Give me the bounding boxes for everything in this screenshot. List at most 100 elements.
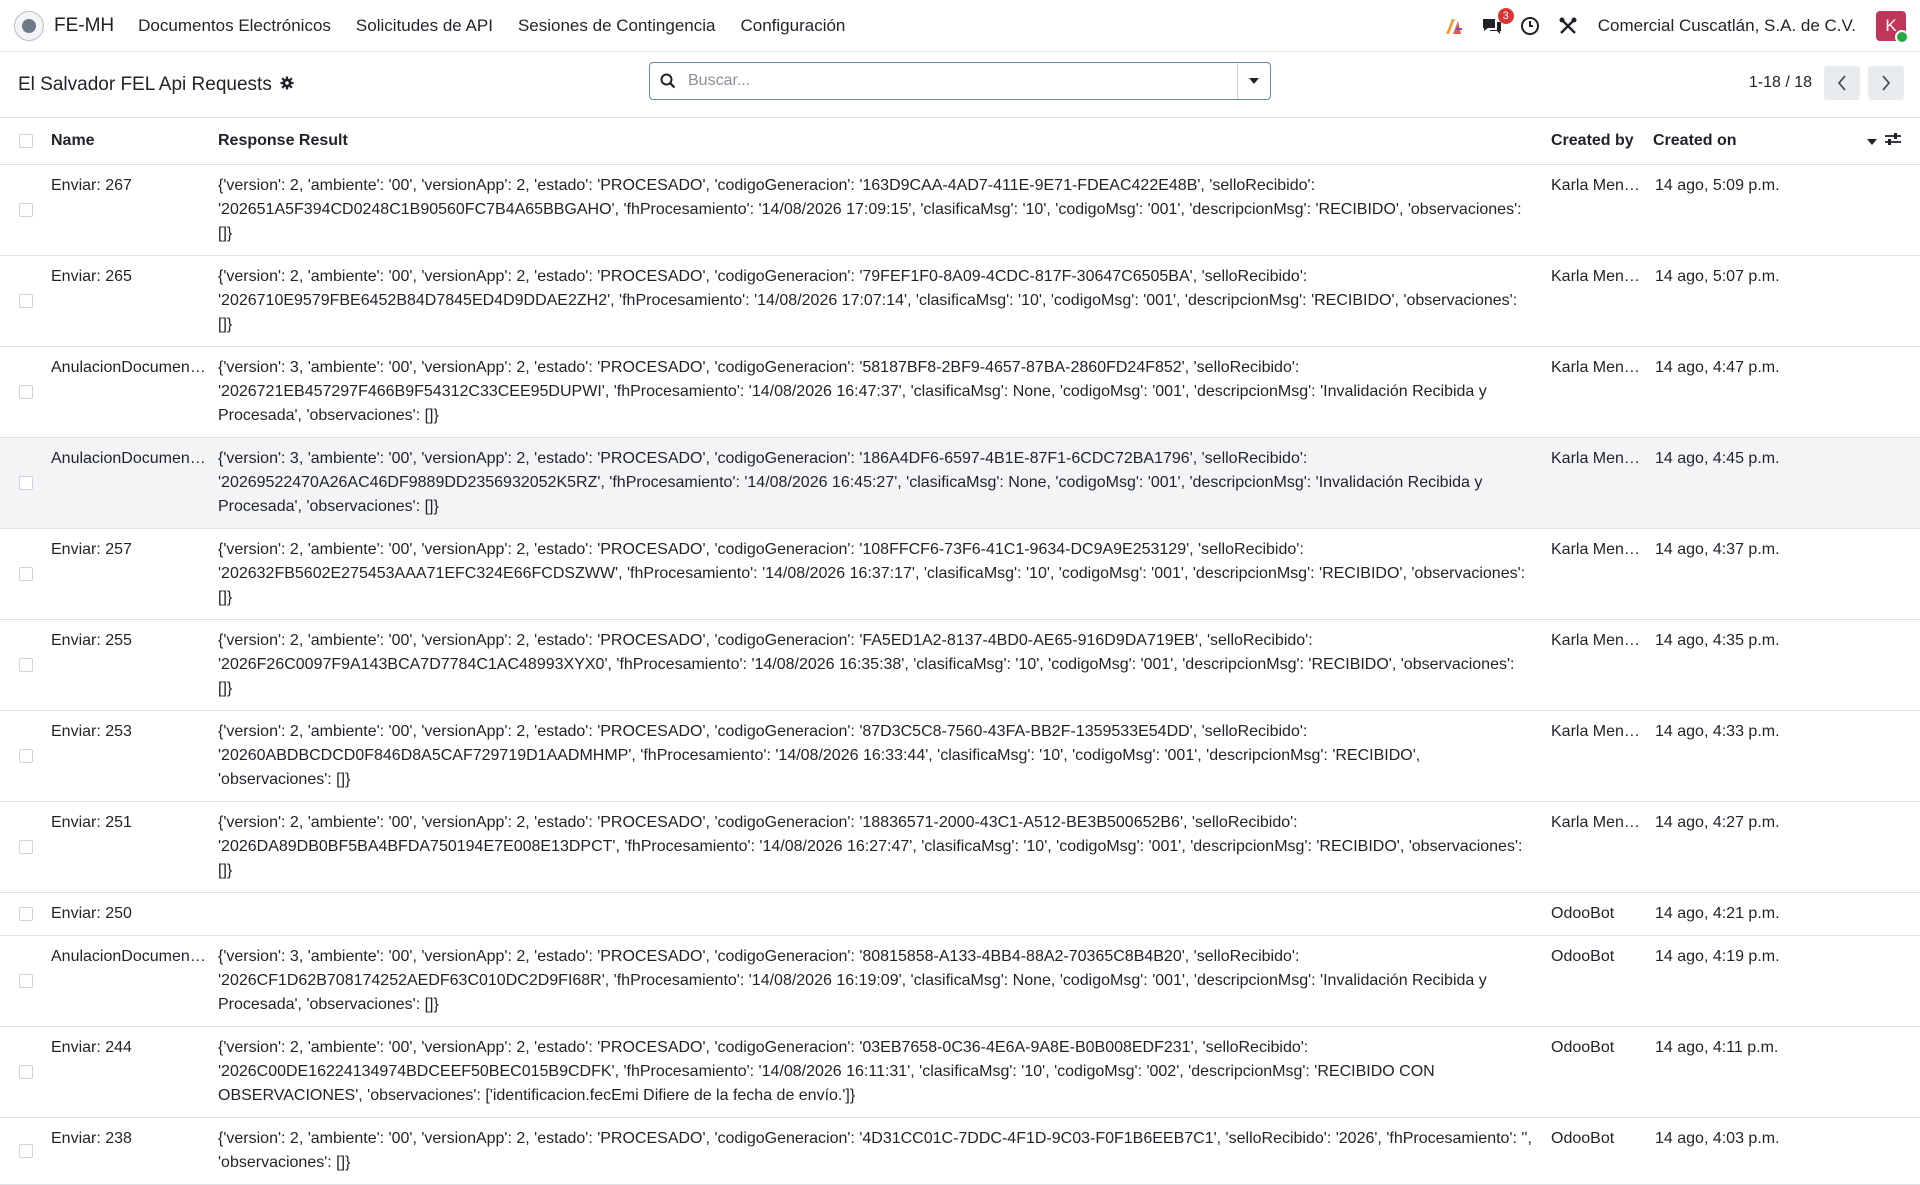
column-header-name[interactable]: Name: [51, 118, 218, 165]
sliders-icon[interactable]: [1885, 132, 1901, 150]
pager-value[interactable]: 1-18 / 18: [1749, 74, 1812, 92]
row-created-on[interactable]: 14 ago, 4:37 p.m.: [1653, 528, 1885, 620]
row-name[interactable]: Enviar: 251: [51, 801, 218, 893]
row-checkbox[interactable]: [19, 658, 33, 672]
table-row[interactable]: Enviar: 255 {'version': 2, 'ambiente': '0…: [0, 619, 1920, 711]
row-select-cell: [0, 1026, 51, 1118]
column-header-created-by[interactable]: Created by: [1551, 118, 1653, 165]
row-created-by[interactable]: OdooBot: [1551, 1026, 1653, 1118]
search-input[interactable]: [686, 71, 1237, 91]
row-checkbox[interactable]: [19, 1065, 33, 1079]
table-row[interactable]: Enviar: 250 OdooBot 14 ago, 4:21 p.m.: [0, 892, 1920, 936]
row-name[interactable]: Enviar: 267: [51, 164, 218, 256]
row-created-by[interactable]: Karla Mendoza: [1551, 619, 1653, 711]
row-response-result[interactable]: {'version': 2, 'ambiente': '00', 'versio…: [218, 1117, 1551, 1185]
table-row[interactable]: AnulacionDocumento: 266{'version': 3, 'a…: [0, 346, 1920, 438]
row-created-on[interactable]: 14 ago, 4:45 p.m.: [1653, 437, 1885, 529]
row-created-on[interactable]: 14 ago, 4:11 p.m.: [1653, 1026, 1885, 1118]
row-response-result[interactable]: {'version': 2, 'ambiente': '00', 'versio…: [218, 528, 1551, 620]
row-created-by[interactable]: Karla Mendoza: [1551, 710, 1653, 802]
table-row[interactable]: Enviar: 257 {'version': 2, 'ambiente': '0…: [0, 528, 1920, 620]
row-created-on[interactable]: 14 ago, 5:07 p.m.: [1653, 255, 1885, 347]
row-name[interactable]: Enviar: 253: [51, 710, 218, 802]
row-created-by[interactable]: Karla Mendoza: [1551, 164, 1653, 256]
row-checkbox[interactable]: [19, 567, 33, 581]
gear-icon[interactable]: [280, 74, 294, 96]
app-logo-icon[interactable]: [14, 10, 44, 41]
row-name[interactable]: Enviar: 238: [51, 1117, 218, 1185]
row-created-by[interactable]: OdooBot: [1551, 935, 1653, 1027]
menu-item-documentos[interactable]: Documentos Electrónicos: [138, 16, 331, 36]
row-created-on[interactable]: 14 ago, 5:09 p.m.: [1653, 164, 1885, 256]
search-options-toggle[interactable]: [1237, 63, 1270, 99]
row-created-by[interactable]: Karla Mendoza: [1551, 437, 1653, 529]
row-name[interactable]: Enviar: 265: [51, 255, 218, 347]
messages-icon[interactable]: 3: [1480, 7, 1514, 38]
menu-item-sesiones[interactable]: Sesiones de Contingencia: [518, 16, 716, 36]
row-name[interactable]: Enviar: 257: [51, 528, 218, 620]
row-created-by[interactable]: OdooBot: [1551, 892, 1653, 936]
row-created-by[interactable]: Karla Mendoza: [1551, 346, 1653, 438]
row-checkbox[interactable]: [19, 907, 33, 921]
row-spacer-cell: [1885, 801, 1920, 893]
clock-icon[interactable]: [1518, 14, 1542, 38]
row-name[interactable]: AnulacionDocumento: 266: [51, 346, 218, 438]
table-row[interactable]: AnulacionDocumento: 249{'version': 3, 'a…: [0, 935, 1920, 1027]
row-checkbox[interactable]: [19, 385, 33, 399]
ai-icon[interactable]: [1442, 14, 1466, 38]
row-checkbox[interactable]: [19, 749, 33, 763]
menu-item-configuracion[interactable]: Configuración: [740, 16, 845, 36]
row-created-by[interactable]: Karla Mendoza: [1551, 255, 1653, 347]
row-checkbox[interactable]: [19, 1144, 33, 1158]
row-response-result[interactable]: {'version': 3, 'ambiente': '00', 'versio…: [218, 935, 1551, 1027]
row-name[interactable]: Enviar: 244: [51, 1026, 218, 1118]
row-checkbox[interactable]: [19, 476, 33, 490]
table-row[interactable]: Enviar: 251 {'version': 2, 'ambiente': '0…: [0, 801, 1920, 893]
row-created-on[interactable]: 14 ago, 4:35 p.m.: [1653, 619, 1885, 711]
pager-next-button[interactable]: [1868, 66, 1904, 100]
table-row[interactable]: AnulacionDocumento: 264{'version': 3, 'a…: [0, 437, 1920, 529]
row-created-on[interactable]: 14 ago, 4:47 p.m.: [1653, 346, 1885, 438]
table-row[interactable]: Enviar: 244 {'version': 2, 'ambiente': '0…: [0, 1026, 1920, 1118]
row-response-result[interactable]: {'version': 3, 'ambiente': '00', 'versio…: [218, 346, 1551, 438]
row-created-by[interactable]: OdooBot: [1551, 1117, 1653, 1185]
company-switcher[interactable]: Comercial Cuscatlán, S.A. de C.V.: [1598, 16, 1856, 36]
row-created-on[interactable]: 14 ago, 4:21 p.m.: [1653, 892, 1885, 936]
table-row[interactable]: Enviar: 238 {'version': 2, 'ambiente': '0…: [0, 1117, 1920, 1185]
row-created-on[interactable]: 14 ago, 4:19 p.m.: [1653, 935, 1885, 1027]
row-created-on[interactable]: 14 ago, 4:03 p.m.: [1653, 1117, 1885, 1185]
column-header-response[interactable]: Response Result: [218, 118, 1551, 165]
row-response-result[interactable]: {'version': 2, 'ambiente': '00', 'versio…: [218, 164, 1551, 256]
row-response-result[interactable]: {'version': 3, 'ambiente': '00', 'versio…: [218, 437, 1551, 529]
user-avatar[interactable]: K: [1876, 10, 1909, 44]
table-row[interactable]: Enviar: 267 {'version': 2, 'ambiente': '0…: [0, 164, 1920, 256]
row-name[interactable]: Enviar: 250: [51, 892, 218, 936]
column-header-created-on[interactable]: Created on: [1653, 118, 1885, 165]
row-checkbox[interactable]: [19, 840, 33, 854]
row-created-by[interactable]: Karla Mendoza: [1551, 801, 1653, 893]
row-name[interactable]: AnulacionDocumento: 249: [51, 935, 218, 1027]
row-created-by[interactable]: Karla Mendoza: [1551, 528, 1653, 620]
row-created-on[interactable]: 14 ago, 4:33 p.m.: [1653, 710, 1885, 802]
pager-previous-button[interactable]: [1824, 66, 1860, 100]
row-response-result[interactable]: {'version': 2, 'ambiente': '00', 'versio…: [218, 255, 1551, 347]
row-response-result[interactable]: {'version': 2, 'ambiente': '00', 'versio…: [218, 1026, 1551, 1118]
tools-icon[interactable]: [1556, 14, 1580, 38]
row-response-result[interactable]: {'version': 2, 'ambiente': '00', 'versio…: [218, 801, 1551, 893]
app-name[interactable]: FE-MH: [54, 15, 114, 37]
menu-item-solicitudes[interactable]: Solicitudes de API: [356, 16, 493, 36]
row-name[interactable]: AnulacionDocumento: 264: [51, 437, 218, 529]
row-response-result[interactable]: {'version': 2, 'ambiente': '00', 'versio…: [218, 619, 1551, 711]
row-checkbox[interactable]: [19, 294, 33, 308]
row-response-result[interactable]: [218, 892, 1551, 936]
row-checkbox[interactable]: [19, 203, 33, 217]
row-name[interactable]: Enviar: 255: [51, 619, 218, 711]
table-row[interactable]: Enviar: 253 {'version': 2, 'ambiente': '0…: [0, 710, 1920, 802]
row-select-cell: [0, 164, 51, 256]
brand[interactable]: FE-MH: [14, 10, 114, 41]
row-response-result[interactable]: {'version': 2, 'ambiente': '00', 'versio…: [218, 710, 1551, 802]
row-created-on[interactable]: 14 ago, 4:27 p.m.: [1653, 801, 1885, 893]
table-row[interactable]: Enviar: 265 {'version': 2, 'ambiente': '0…: [0, 255, 1920, 347]
select-all-checkbox[interactable]: [19, 134, 33, 148]
row-checkbox[interactable]: [19, 974, 33, 988]
